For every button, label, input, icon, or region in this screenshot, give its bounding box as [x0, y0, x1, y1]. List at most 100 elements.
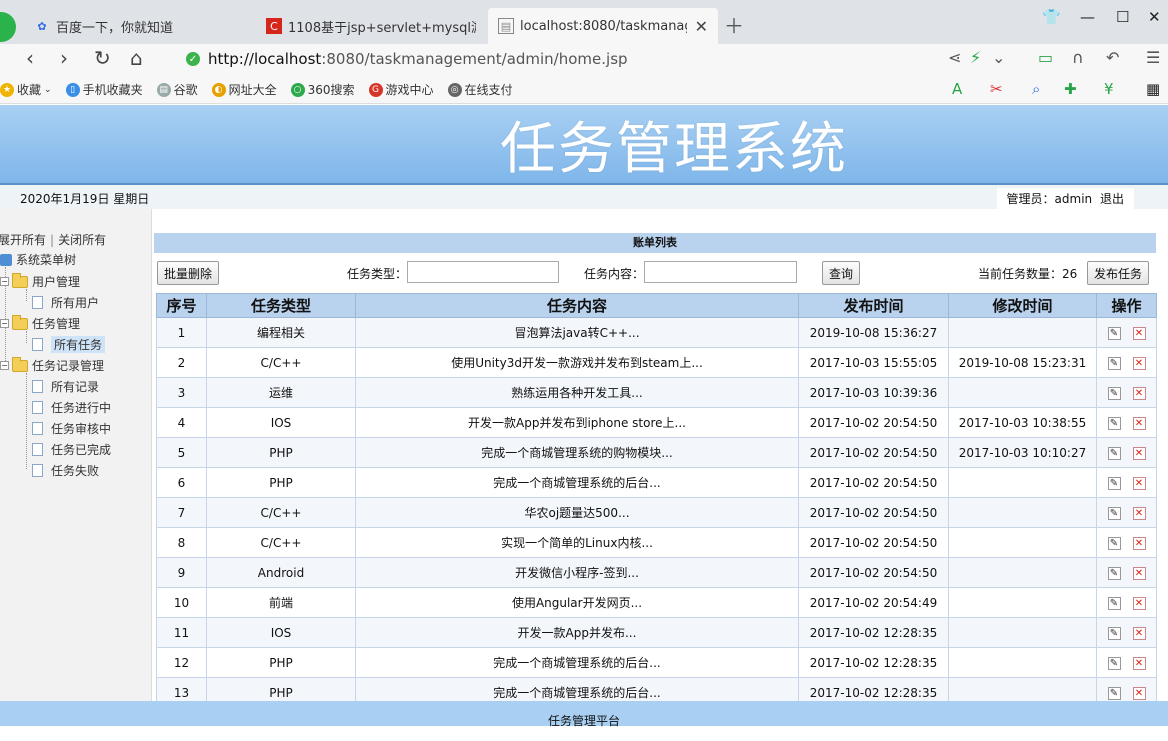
- delete-icon[interactable]: ✕: [1132, 687, 1146, 700]
- search-icon[interactable]: ⌕: [1032, 80, 1040, 98]
- task-type-input[interactable]: [407, 261, 559, 283]
- bookmark-sites[interactable]: ◐ 网址大全: [211, 81, 277, 98]
- edit-icon[interactable]: ✎: [1107, 567, 1121, 580]
- task-content-input[interactable]: [644, 261, 797, 283]
- collapse-all-link[interactable]: 关闭所有: [58, 233, 106, 247]
- delete-icon[interactable]: ✕: [1132, 447, 1146, 460]
- yen-icon[interactable]: ¥: [1104, 80, 1114, 98]
- bookmark-favorites[interactable]: ★ 收藏 ⌄: [0, 81, 52, 98]
- scissors-icon[interactable]: ✂: [990, 80, 1003, 98]
- tree-group-users[interactable]: − 用户管理: [0, 272, 80, 290]
- edit-icon[interactable]: ✎: [1107, 627, 1121, 640]
- edit-icon[interactable]: ✎: [1107, 507, 1121, 520]
- tab-baidu[interactable]: ✿ 百度一下，你就知道: [24, 8, 254, 44]
- translate-icon[interactable]: A: [952, 80, 962, 98]
- edit-icon[interactable]: ✎: [1107, 417, 1121, 430]
- delete-icon[interactable]: ✕: [1132, 537, 1146, 550]
- collapse-icon[interactable]: −: [0, 319, 9, 328]
- delete-icon[interactable]: ✕: [1132, 477, 1146, 490]
- table-row[interactable]: 8 C/C++ 实现一个简单的Linux内核... 2017-10-02 20:54:…: [156, 527, 1157, 558]
- edit-icon[interactable]: ✎: [1107, 657, 1121, 670]
- col-header-content[interactable]: 任务内容: [355, 293, 799, 318]
- delete-icon[interactable]: ✕: [1132, 507, 1146, 520]
- col-header-index[interactable]: 序号: [156, 293, 207, 318]
- table-row[interactable]: 4 IOS 开发一款App并发布到iphone store上... 2017-10-0…: [156, 407, 1157, 438]
- expand-all-link[interactable]: 展开所有: [0, 233, 46, 247]
- tree-group-tasks[interactable]: − 任务管理: [0, 314, 80, 332]
- tab-close-icon[interactable]: ✕: [695, 17, 708, 36]
- close-window-icon[interactable]: ✕: [1148, 8, 1161, 26]
- forward-icon[interactable]: ›: [60, 46, 68, 70]
- back-icon[interactable]: ‹: [26, 46, 34, 70]
- bookmark-pay[interactable]: ◎ 在线支付: [447, 81, 513, 98]
- gamepad-icon[interactable]: ✚: [1064, 80, 1077, 98]
- table-row[interactable]: 12 PHP 完成一个商城管理系统的后台... 2017-10-02 12:28:35…: [156, 647, 1157, 678]
- tree-item-all-records[interactable]: 所有记录: [32, 378, 99, 395]
- grid-icon[interactable]: ▦: [1146, 80, 1160, 98]
- bookmark-mobile[interactable]: ▯ 手机收藏夹: [65, 81, 143, 98]
- tree-item-all-tasks[interactable]: 所有任务: [32, 336, 106, 353]
- query-button[interactable]: 查询: [822, 261, 861, 285]
- table-row[interactable]: 13 PHP 完成一个商城管理系统的后台... 2017-10-02 12:28:35…: [156, 677, 1157, 701]
- tree-item-all-users[interactable]: 所有用户: [32, 294, 99, 311]
- chevron-down-icon[interactable]: ⌄: [992, 48, 1005, 67]
- tree-root[interactable]: 系统菜单树: [0, 251, 76, 268]
- delete-icon[interactable]: ✕: [1132, 597, 1146, 610]
- col-header-publish-time[interactable]: 发布时间: [798, 293, 949, 318]
- tab-localhost[interactable]: ▤ localhost:8080/taskmanageme ✕: [488, 8, 718, 44]
- tree-item-in-progress[interactable]: 任务进行中: [32, 399, 111, 416]
- batch-delete-button[interactable]: 批量删除: [157, 261, 220, 285]
- col-header-type[interactable]: 任务类型: [206, 293, 356, 318]
- table-row[interactable]: 7 C/C++ 华农oj题量达500... 2017-10-02 20:54:50 ✎ ✕: [156, 497, 1157, 528]
- address-bar[interactable]: ✓ http://localhost:8080/taskmanagement/a…: [186, 45, 926, 73]
- headphones-icon[interactable]: ∩: [1072, 48, 1084, 67]
- delete-icon[interactable]: ✕: [1132, 417, 1146, 430]
- share-icon[interactable]: ⋖: [948, 48, 961, 67]
- tree-item-failed[interactable]: 任务失败: [32, 462, 99, 479]
- new-tab-icon[interactable]: ＋: [724, 10, 744, 39]
- edit-icon[interactable]: ✎: [1107, 537, 1121, 550]
- delete-icon[interactable]: ✕: [1132, 627, 1146, 640]
- skin-icon[interactable]: 👕: [1042, 8, 1061, 26]
- lightning-icon[interactable]: ⚡: [970, 48, 981, 67]
- logout-link[interactable]: 退出: [1100, 192, 1124, 206]
- table-row[interactable]: 2 C/C++ 使用Unity3d开发一款游戏并发布到steam上... 2017-1…: [156, 347, 1157, 378]
- delete-icon[interactable]: ✕: [1132, 567, 1146, 580]
- delete-icon[interactable]: ✕: [1132, 357, 1146, 370]
- battery-icon[interactable]: ▭: [1038, 48, 1053, 67]
- delete-icon[interactable]: ✕: [1132, 327, 1146, 340]
- minimize-icon[interactable]: —: [1080, 8, 1095, 26]
- col-header-modify-time[interactable]: 修改时间: [948, 293, 1097, 318]
- menu-icon[interactable]: ☰: [1146, 48, 1160, 67]
- table-row[interactable]: 11 IOS 开发一款App并发布... 2017-10-02 12:28:35 ✎ ✕: [156, 617, 1157, 648]
- undo-icon[interactable]: ↶: [1106, 48, 1119, 67]
- publish-task-button[interactable]: 发布任务: [1087, 261, 1150, 285]
- tab-csdn[interactable]: C 1108基于jsp+servlet+mysql游: [256, 8, 486, 44]
- edit-icon[interactable]: ✎: [1107, 597, 1121, 610]
- delete-icon[interactable]: ✕: [1132, 657, 1146, 670]
- bookmark-360[interactable]: ○ 360搜索: [290, 81, 355, 98]
- edit-icon[interactable]: ✎: [1107, 477, 1121, 490]
- reload-icon[interactable]: ↻: [94, 46, 111, 70]
- table-row[interactable]: 3 运维 熟练运用各种开发工具... 2017-10-03 10:39:36 ✎ ✕: [156, 377, 1157, 408]
- tree-group-records[interactable]: − 任务记录管理: [0, 356, 104, 374]
- edit-icon[interactable]: ✎: [1107, 447, 1121, 460]
- edit-icon[interactable]: ✎: [1107, 357, 1121, 370]
- delete-icon[interactable]: ✕: [1132, 387, 1146, 400]
- tree-item-completed[interactable]: 任务已完成: [32, 441, 111, 458]
- edit-icon[interactable]: ✎: [1107, 687, 1121, 700]
- tree-item-reviewing[interactable]: 任务审核中: [32, 420, 111, 437]
- collapse-icon[interactable]: −: [0, 361, 9, 370]
- table-row[interactable]: 6 PHP 完成一个商城管理系统的后台... 2017-10-02 20:54:50 ✎…: [156, 467, 1157, 498]
- bookmark-games[interactable]: G 游戏中心: [368, 81, 434, 98]
- table-row[interactable]: 5 PHP 完成一个商城管理系统的购物模块... 2017-10-02 20:54:5…: [156, 437, 1157, 468]
- bookmark-google[interactable]: ▤ 谷歌: [156, 81, 198, 98]
- table-row[interactable]: 9 Android 开发微信小程序-签到... 2017-10-02 20:54:50…: [156, 557, 1157, 588]
- table-row[interactable]: 10 前端 使用Angular开发网页... 2017-10-02 20:54:49 ✎…: [156, 587, 1157, 618]
- home-icon[interactable]: ⌂: [130, 46, 143, 70]
- edit-icon[interactable]: ✎: [1107, 387, 1121, 400]
- edit-icon[interactable]: ✎: [1107, 327, 1121, 340]
- table-row[interactable]: 1 编程相关 冒泡算法java转C++... 2019-10-08 15:36:27 ✎…: [156, 317, 1157, 348]
- maximize-icon[interactable]: ☐: [1116, 8, 1129, 26]
- collapse-icon[interactable]: −: [0, 277, 9, 286]
